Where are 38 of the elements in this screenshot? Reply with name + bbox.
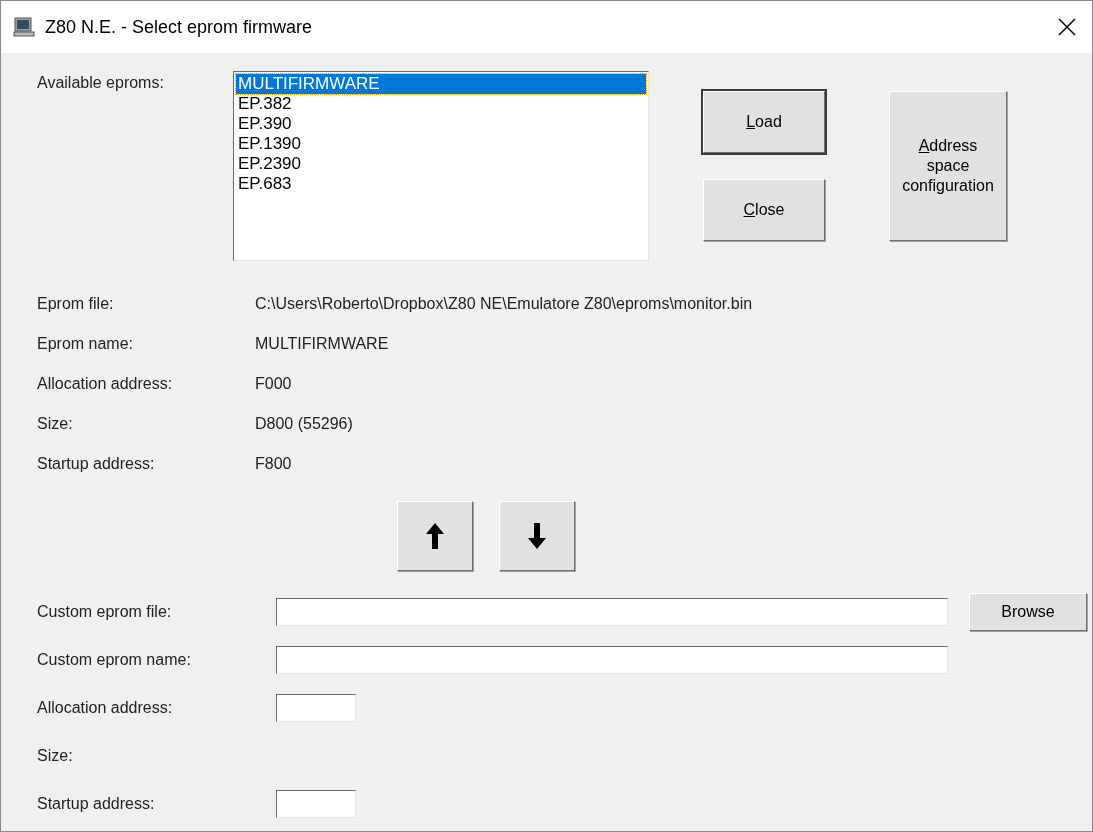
info-value: F000 [255,374,292,394]
field-label: Custom eprom file: [36,602,173,622]
field-label: Available eproms: [36,73,165,93]
dialog-button[interactable]: Load [703,91,825,153]
eprom-list-item[interactable]: EP.390 [236,114,646,134]
field-label: Custom eprom name: [36,650,192,670]
field-label: Size: [36,746,74,766]
eprom-list-item[interactable]: MULTIFIRMWARE [236,74,646,94]
info-label: Eprom file: [36,294,115,314]
info-label: Size: [36,414,74,434]
text-field[interactable] [276,646,948,674]
up-arrow-icon [426,523,444,549]
move-up-button[interactable] [397,501,473,571]
browse-button[interactable]: Browse [969,593,1087,631]
info-label: Allocation address: [36,374,174,394]
info-value: C:\Users\Roberto\Dropbox\Z80 NE\Emulatore Z80\eproms\monitor.bin [255,294,753,314]
computer-icon [13,17,35,37]
eprom-list-item[interactable]: EP.382 [236,94,646,114]
eprom-list-item[interactable]: EP.1390 [236,134,646,154]
text-field[interactable] [276,790,356,818]
eprom-list-item[interactable]: EP.683 [236,174,646,194]
info-value: F800 [255,454,292,474]
info-label: Startup address: [36,454,156,474]
move-down-button[interactable] [499,501,575,571]
info-label: Eprom name: [36,334,135,354]
field-label: Allocation address: [36,698,174,718]
text-field[interactable] [276,694,356,722]
text-field[interactable] [276,598,948,626]
dialog-button[interactable]: Close [703,179,825,241]
window-title: Z80 N.E. - Select eprom firmware [45,15,313,39]
info-value: D800 (55296) [255,414,353,434]
info-value: MULTIFIRMWARE [255,334,389,354]
eprom-list-item[interactable]: EP.2390 [236,154,646,174]
field-label: Startup address: [36,794,156,814]
address-space-configuration-button[interactable]: Address space configuration [889,91,1007,241]
down-arrow-icon [528,523,546,549]
eprom-list[interactable]: MULTIFIRMWARE EP.382 EP.390 EP.1390 EP.2390 EP.683 [233,71,649,261]
close-icon[interactable] [1058,18,1076,36]
